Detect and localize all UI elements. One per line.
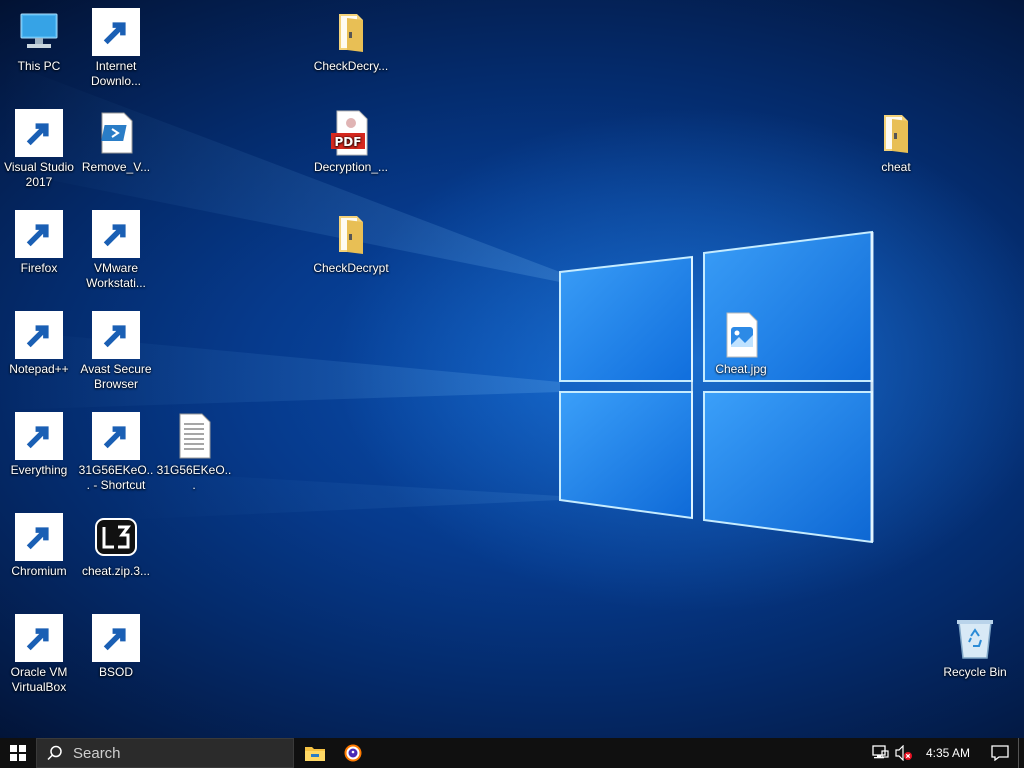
shortcut-arrow-icon [92,8,140,56]
windows-start-icon [10,745,26,761]
desktop-icon-this-pc[interactable]: This PC [1,8,77,74]
desktop-icon-avast-secure-browser[interactable]: Avast Secure Browser [78,311,154,392]
desktop-icon-visual-studio-2017[interactable]: Visual Studio 2017 [1,109,77,190]
vmware-icon [92,210,140,258]
clock[interactable]: 4:35 AM [916,746,982,760]
desktop-icon-label: CheckDecry... [313,59,389,73]
desktop-icon-cheat-zip[interactable]: cheat.zip.3... [78,513,154,579]
desktop-icon-cheat-jpg[interactable]: Cheat.jpg [703,311,779,377]
desktop-icon-label: cheat [881,160,911,174]
desktop-icon-label: Internet Downlo... [90,59,142,88]
desktop-icon-label: Remove_V... [81,160,151,174]
desktop-icon-label: Avast Secure Browser [80,362,152,391]
archive-app-icon [92,513,140,561]
desktop-icon-label: Cheat.jpg [715,362,767,376]
virtualbox-icon [15,614,63,662]
text-document-icon [170,412,218,460]
volume-tray-button[interactable] [892,738,916,768]
visual-studio-icon [15,109,63,157]
chromium-icon [15,513,63,561]
shortcut-arrow-icon [15,210,63,258]
notepad-plus-plus-icon [15,311,63,359]
desktop-icon-label: This PC [17,59,61,73]
network-tray-button[interactable] [868,738,892,768]
firefox-icon [15,210,63,258]
desktop-icon-label: Everything [10,463,68,477]
desktop-icon-label: BSOD [98,665,133,679]
desktop-icon-oracle-vm-virtualbox[interactable]: Oracle VM VirtualBox [1,614,77,695]
desktop-icon-internet-download-manager[interactable]: Internet Downlo... [78,8,154,89]
system-tray: 4:35 AM [868,738,1024,768]
everything-search-icon [15,412,63,460]
desktop-icon-label: 31G56EKeO... - Shortcut [78,463,154,492]
search-placeholder: Search [73,744,121,762]
shortcut-arrow-icon [92,614,140,662]
desktop-icon-label: VMware Workstati... [86,261,146,290]
shortcut-arrow-icon [15,614,63,662]
image-file-icon [717,311,765,359]
desktop-icon-checkdecry-folder[interactable]: CheckDecry... [313,8,389,74]
desktop-icon-label: Decryption_... [313,160,389,174]
desktop-icon-label: Notepad++ [9,362,69,376]
folder-icon [872,109,920,157]
folder-icon [327,8,375,56]
desktop-icon-remove-v-script[interactable]: Remove_V... [78,109,154,175]
desktop-icon-recycle-bin[interactable]: Recycle Bin [937,614,1013,680]
shortcut-arrow-icon [15,412,63,460]
desktop-icon-label: Visual Studio 2017 [4,160,74,189]
desktop-icon-label: cheat.zip.3... [81,564,151,578]
powershell-script-icon [92,109,140,157]
taskbar-avast-browser[interactable] [334,738,372,768]
taskbar-search-box[interactable]: Search [36,738,294,768]
desktop-icon-notepad-plus-plus[interactable]: Notepad++ [1,311,77,377]
shortcut-arrow-icon [92,412,140,460]
desktop-icon-decryption-pdf[interactable]: PDF Decryption_... [313,109,389,175]
start-button[interactable] [0,738,36,768]
desktop-icon-checkdecrypt-folder[interactable]: CheckDecrypt [313,210,389,276]
notification-icon [991,745,1009,761]
desktop-icon-label: Chromium [11,564,67,578]
desktop-icon-31g56ekeo[interactable]: 31G56EKeO... [156,412,232,493]
text-document-icon [92,412,140,460]
shortcut-arrow-icon [15,311,63,359]
search-icon [47,745,62,761]
file-explorer-icon [305,747,325,761]
recycle-bin-icon [951,614,999,662]
network-icon [872,745,889,759]
avast-browser-icon [92,311,140,359]
desktop-icon-label: Recycle Bin [943,665,1007,679]
desktop-icon-vmware-workstation[interactable]: VMware Workstati... [78,210,154,291]
internet-download-manager-icon [92,8,140,56]
document-shortcut-icon [92,614,140,662]
taskbar: Search 4:35 AM [0,738,1024,768]
desktop-icon-label: 31G56EKeO... [156,463,232,492]
this-pc-icon [15,8,63,56]
desktop-icon-chromium[interactable]: Chromium [1,513,77,579]
folder-icon [327,210,375,258]
shortcut-arrow-icon [92,210,140,258]
volume-muted-icon [895,745,912,761]
desktop-icon-cheat-folder[interactable]: cheat [858,109,934,175]
action-center-button[interactable] [982,738,1018,768]
shortcut-arrow-icon [15,109,63,157]
taskbar-file-explorer[interactable] [296,738,334,768]
desktop-icon-label: Firefox [20,261,58,275]
desktop-icon-everything[interactable]: Everything [1,412,77,478]
desktop-icon-bsod[interactable]: BSOD [78,614,154,680]
desktop-icon-label: CheckDecrypt [313,261,389,275]
shortcut-arrow-icon [15,513,63,561]
pdf-icon: PDF [327,109,375,157]
desktop[interactable]: This PC Internet Downlo... CheckDecry...… [0,0,1024,738]
avast-browser-icon [344,744,362,762]
shortcut-arrow-icon [92,311,140,359]
show-desktop-button[interactable] [1018,738,1024,768]
desktop-icon-label: Oracle VM VirtualBox [10,665,68,694]
pdf-badge: PDF [335,135,362,149]
desktop-icon-31g56ekeo-shortcut[interactable]: 31G56EKeO... - Shortcut [78,412,154,493]
desktop-icon-firefox[interactable]: Firefox [1,210,77,276]
